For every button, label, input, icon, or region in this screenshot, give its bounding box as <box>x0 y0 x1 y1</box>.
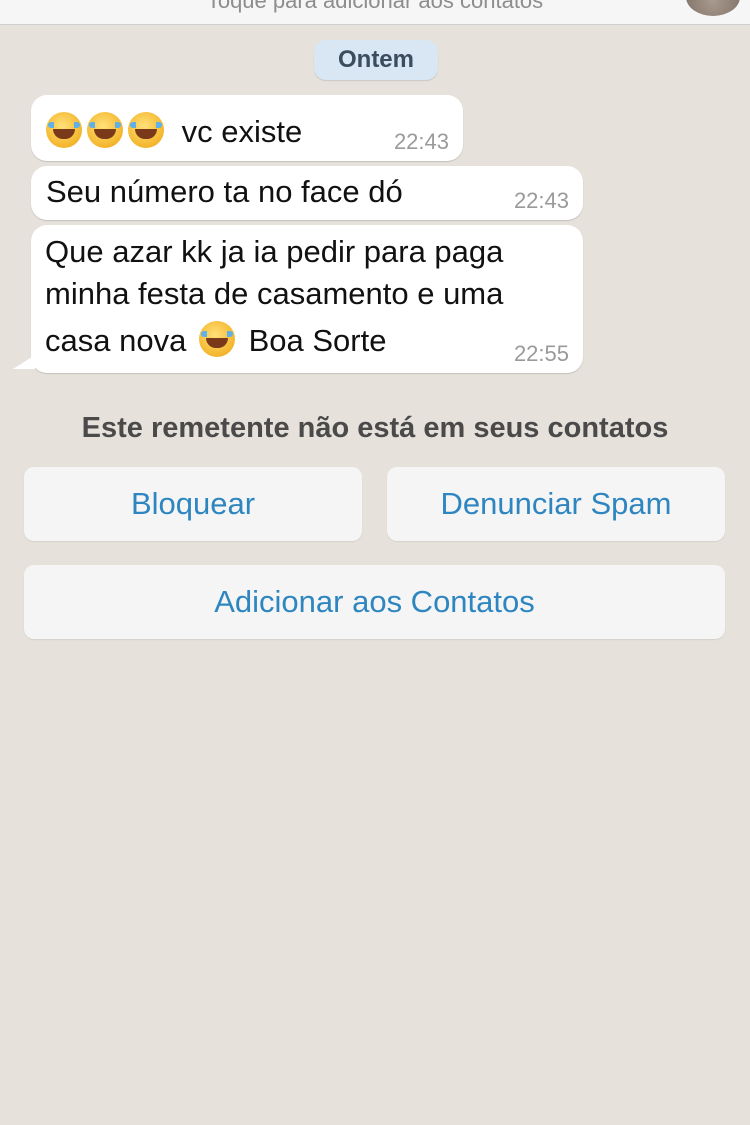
face-with-tears-of-joy-icon <box>87 112 123 148</box>
message-line-text: casa nova <box>45 323 187 358</box>
message-time: 22:43 <box>393 129 449 154</box>
chat-header[interactable]: Toque para adicionar aos contatos <box>0 0 750 25</box>
header-subtitle[interactable]: Toque para adicionar aos contatos <box>0 0 750 14</box>
message-text-content: vc existe <box>181 114 303 149</box>
add-to-contacts-button[interactable]: Adicionar aos Contatos <box>24 565 725 639</box>
face-with-tears-of-joy-icon <box>46 112 82 148</box>
message-bubble[interactable]: vc existe 22:43 <box>31 95 463 161</box>
message-line: Que azar kk ja ia pedir para paga <box>45 234 504 269</box>
message-bubble[interactable]: Seu número ta no face dó 22:43 <box>31 166 583 220</box>
block-button[interactable]: Bloquear <box>24 467 362 541</box>
message-line: casa nova Boa Sorte <box>45 315 503 367</box>
face-with-tears-of-joy-icon <box>128 112 164 148</box>
report-spam-button[interactable]: Denunciar Spam <box>387 467 725 541</box>
message-text: Que azar kk ja ia pedir para paga minha … <box>45 231 503 367</box>
date-separator: Ontem <box>314 40 438 80</box>
message-bubble[interactable]: Que azar kk ja ia pedir para paga minha … <box>13 225 583 373</box>
unknown-sender-notice: Este remetente não está em seus contatos <box>81 412 669 444</box>
message-time: 22:43 <box>513 188 569 213</box>
bubble-tail <box>13 355 35 369</box>
message-text: Seu número ta no face dó <box>46 174 403 209</box>
message-line: minha festa de casamento e uma <box>45 276 504 311</box>
message-line-text: Boa Sorte <box>248 323 387 358</box>
message-text: vc existe <box>46 111 302 151</box>
message-time: 22:55 <box>513 341 569 366</box>
face-with-tears-of-joy-icon <box>198 321 235 357</box>
